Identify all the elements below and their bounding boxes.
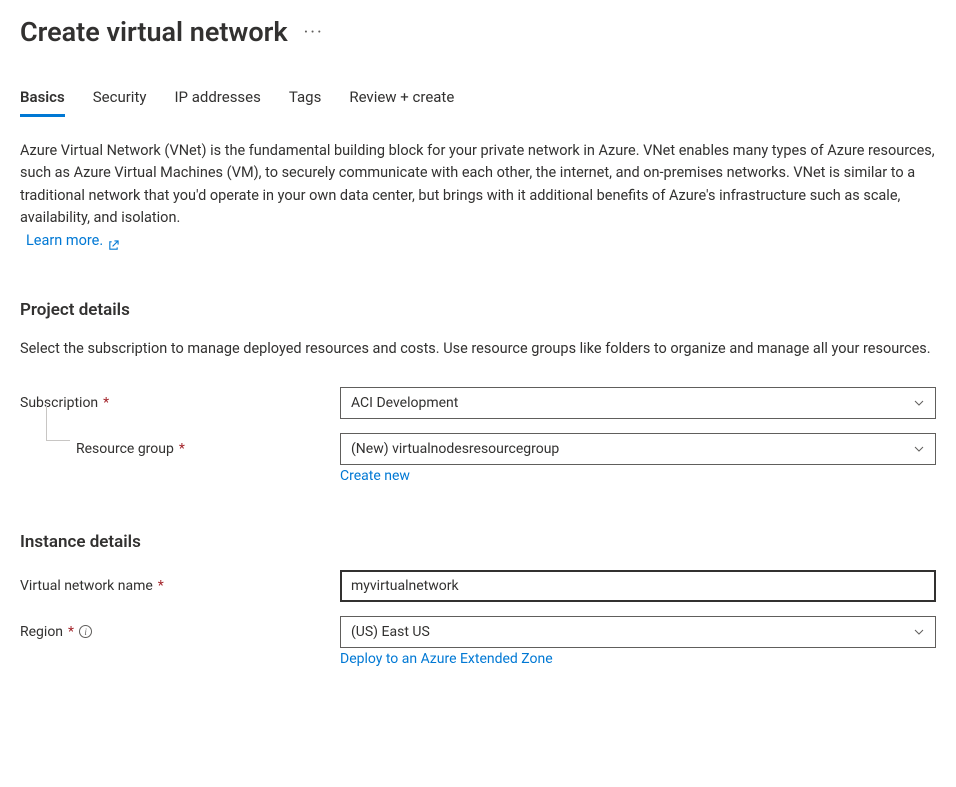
region-select[interactable]: (US) East US	[340, 616, 936, 648]
external-link-icon	[108, 236, 119, 247]
subscription-select[interactable]: ACI Development	[340, 387, 936, 419]
tab-tags[interactable]: Tags	[289, 88, 321, 117]
intro-text: Azure Virtual Network (VNet) is the fund…	[20, 142, 935, 226]
region-value: (US) East US	[351, 624, 430, 640]
more-actions-button[interactable]: ···	[304, 22, 324, 43]
required-indicator: *	[158, 578, 164, 594]
chevron-down-icon	[913, 397, 925, 409]
info-icon[interactable]: i	[79, 625, 92, 638]
resource-group-select[interactable]: (New) virtualnodesresourcegroup	[340, 433, 936, 465]
tab-basics[interactable]: Basics	[20, 88, 65, 117]
tab-ip-addresses[interactable]: IP addresses	[174, 88, 260, 117]
resource-group-label: Resource group	[76, 441, 174, 457]
create-new-resource-group-link[interactable]: Create new	[340, 468, 410, 484]
virtual-network-name-field[interactable]	[351, 578, 925, 594]
tabs-container: Basics Security IP addresses Tags Review…	[20, 88, 936, 118]
chevron-down-icon	[913, 443, 925, 455]
tab-review-create[interactable]: Review + create	[349, 88, 454, 117]
deploy-extended-zone-link[interactable]: Deploy to an Azure Extended Zone	[340, 651, 553, 667]
subscription-value: ACI Development	[351, 395, 458, 411]
required-indicator: *	[179, 441, 185, 457]
virtual-network-name-label: Virtual network name	[20, 578, 153, 594]
tree-connector-line	[46, 405, 70, 441]
project-details-heading: Project details	[20, 300, 936, 320]
project-details-description: Select the subscription to manage deploy…	[20, 338, 936, 360]
learn-more-link[interactable]: Learn more.	[26, 230, 119, 252]
required-indicator: *	[103, 395, 109, 411]
intro-description: Azure Virtual Network (VNet) is the fund…	[20, 140, 936, 252]
required-indicator: *	[68, 624, 74, 640]
tab-security[interactable]: Security	[93, 88, 147, 117]
learn-more-label: Learn more.	[26, 230, 103, 252]
chevron-down-icon	[913, 626, 925, 638]
instance-details-heading: Instance details	[20, 532, 936, 552]
virtual-network-name-input[interactable]	[340, 570, 936, 602]
region-label: Region	[20, 624, 63, 640]
resource-group-value: (New) virtualnodesresourcegroup	[351, 441, 559, 457]
page-title: Create virtual network	[20, 16, 288, 48]
